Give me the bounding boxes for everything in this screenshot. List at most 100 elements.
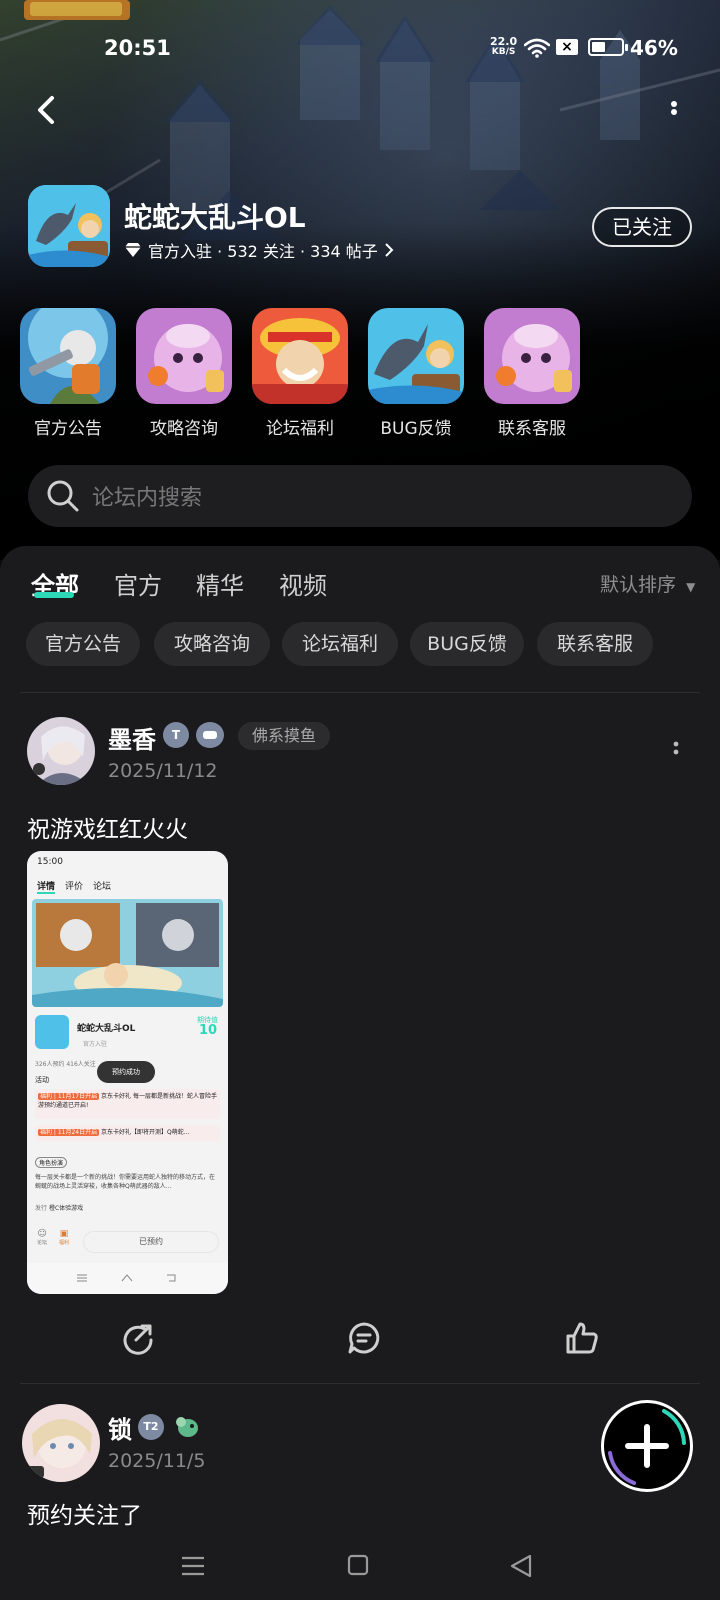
shot-tab-forum: 论坛 bbox=[93, 882, 112, 892]
tab-official[interactable]: 官方 bbox=[114, 566, 162, 601]
search-icon bbox=[47, 480, 79, 512]
shot-reserved-button: 已预约 bbox=[83, 1231, 219, 1253]
divider bbox=[20, 692, 700, 693]
level-badge-icon: T2 bbox=[138, 1414, 164, 1440]
game-controller-badge-icon bbox=[196, 722, 224, 748]
quick-link-announcement[interactable]: 官方公告 bbox=[20, 308, 116, 439]
level-badge-icon: T bbox=[163, 722, 189, 748]
post-author[interactable]: 墨香 bbox=[108, 720, 156, 755]
shot-official: 官方入驻 bbox=[83, 1041, 108, 1048]
shot-gift-label: 福利 bbox=[59, 1240, 70, 1246]
shot-comment-label: 论坛 bbox=[37, 1240, 48, 1246]
post-body[interactable]: 预约关注了 bbox=[27, 1496, 142, 1530]
pet-badge-icon bbox=[172, 1412, 200, 1440]
quick-link-label: 联系客服 bbox=[498, 419, 566, 439]
shot-tabs: 详情 评价 论坛 bbox=[37, 879, 111, 894]
guide-icon bbox=[136, 308, 232, 404]
shot-toast: 预约成功 bbox=[97, 1061, 155, 1083]
network-speed-value: 22.0 bbox=[490, 35, 518, 48]
shot-tab-reviews: 评价 bbox=[65, 882, 84, 892]
network-speed-unit: KB/S bbox=[491, 47, 516, 57]
tab-active-indicator bbox=[34, 592, 74, 598]
quick-link-label: BUG反馈 bbox=[380, 419, 452, 439]
share-icon bbox=[123, 1324, 153, 1355]
shot-forum-shortcut: ☺ 论坛 bbox=[37, 1229, 47, 1246]
avatar[interactable] bbox=[27, 717, 95, 785]
shot-event-2: 福利 | 11月24日开启 京东卡好礼【即将开测】Q萌蛇… bbox=[35, 1125, 220, 1141]
chip-guide[interactable]: 攻略咨询 bbox=[154, 622, 270, 666]
home-nav-icon[interactable] bbox=[347, 1554, 369, 1576]
wifi-icon bbox=[523, 38, 551, 62]
shot-publisher: 发行 橙C体验游戏 bbox=[35, 1203, 83, 1212]
quick-link-label: 官方公告 bbox=[34, 419, 102, 439]
tab-video[interactable]: 视频 bbox=[279, 566, 327, 601]
post-author[interactable]: 锁 bbox=[108, 1410, 132, 1445]
quick-link-guide[interactable]: 攻略咨询 bbox=[136, 308, 232, 439]
shot-event-2-tag: 福利 | 11月24日开启 bbox=[38, 1129, 100, 1136]
shot-tab-detail: 详情 bbox=[37, 879, 56, 894]
chevron-right-icon bbox=[385, 243, 394, 257]
chip-support[interactable]: 联系客服 bbox=[537, 622, 653, 666]
quick-link-support[interactable]: 联系客服 bbox=[484, 308, 580, 439]
battery-icon bbox=[588, 38, 628, 56]
quick-link-welfare[interactable]: 论坛福利 bbox=[252, 308, 348, 439]
post-more-button[interactable] bbox=[670, 740, 682, 760]
tab-featured[interactable]: 精华 bbox=[196, 566, 244, 601]
plus-icon bbox=[608, 1409, 686, 1485]
sort-label: 默认排序 bbox=[600, 574, 677, 596]
back-button[interactable] bbox=[30, 92, 64, 128]
share-button[interactable] bbox=[120, 1320, 156, 1356]
bug-report-icon bbox=[368, 308, 464, 404]
divider bbox=[20, 1383, 700, 1384]
quick-link-label: 攻略咨询 bbox=[150, 419, 218, 439]
shot-score: 10 bbox=[199, 1023, 218, 1038]
shot-navbar bbox=[27, 1263, 228, 1294]
more-button[interactable] bbox=[664, 98, 684, 126]
shot-banner bbox=[32, 899, 223, 1007]
back-nav-icon[interactable] bbox=[510, 1554, 532, 1578]
more-vertical-icon bbox=[671, 101, 677, 115]
battery-percent: 46% bbox=[630, 36, 678, 60]
welfare-icon bbox=[252, 308, 348, 404]
like-button[interactable] bbox=[564, 1320, 600, 1356]
forum-title: 蛇蛇大乱斗OL bbox=[124, 201, 306, 234]
diamond-icon bbox=[125, 243, 141, 257]
shot-game-name: 蛇蛇大乱斗OL bbox=[77, 1024, 136, 1034]
comment-icon bbox=[348, 1322, 380, 1354]
network-speed: 22.0 KB/S bbox=[490, 36, 517, 58]
menu-nav-icon[interactable] bbox=[182, 1556, 204, 1576]
shot-comment-icon: ☺ bbox=[37, 1229, 47, 1239]
shot-event-1: 福利 | 11月17日开启 京东卡好礼 每一层都是新挑战！蛇人冒险手游预约通道已… bbox=[35, 1089, 220, 1119]
support-icon bbox=[484, 308, 580, 404]
caret-down-icon: ▼ bbox=[686, 580, 696, 594]
chip-welfare[interactable]: 论坛福利 bbox=[282, 622, 398, 666]
game-icon bbox=[28, 185, 110, 267]
more-vertical-icon bbox=[673, 741, 679, 755]
create-post-button[interactable] bbox=[601, 1400, 693, 1492]
thumbs-up-icon bbox=[566, 1322, 598, 1354]
chip-announcement[interactable]: 官方公告 bbox=[26, 622, 140, 666]
shot-desc: 每一层关卡都是一个新的挑战！你需要运用蛇人独特的移动方式，在蜿蜒的战场上灵活穿梭… bbox=[35, 1174, 216, 1190]
post-image[interactable]: 15:00 详情 评价 论坛 蛇蛇大乱斗OL 官方入驻 期待值 10 326人预… bbox=[27, 851, 228, 1294]
follow-button[interactable]: 已关注 bbox=[592, 207, 692, 247]
sort-dropdown[interactable]: 默认排序 ▼ bbox=[600, 570, 695, 597]
shot-activity-label: 活动 bbox=[35, 1076, 49, 1084]
shot-gift-shortcut: ▣ 福利 bbox=[59, 1229, 69, 1246]
post-body[interactable]: 祝游戏红红火火 bbox=[27, 810, 188, 844]
post-date: 2025/11/5 bbox=[108, 1450, 206, 1472]
forum-search-bar[interactable]: 论坛内搜索 bbox=[28, 465, 692, 527]
quick-link-bug-report[interactable]: BUG反馈 bbox=[368, 308, 464, 439]
comment-button[interactable] bbox=[346, 1320, 382, 1356]
avatar[interactable] bbox=[22, 1404, 100, 1482]
shot-game-icon bbox=[35, 1015, 69, 1049]
shot-section-tag: 角色扮演 bbox=[35, 1157, 68, 1168]
search-placeholder: 论坛内搜索 bbox=[92, 486, 203, 511]
shot-time: 15:00 bbox=[37, 857, 63, 867]
chevron-left-icon bbox=[38, 96, 54, 124]
shot-event-2-text: 京东卡好礼【即将开测】Q萌蛇… bbox=[101, 1129, 190, 1136]
forum-meta[interactable]: 官方入驻 · 532 关注 · 334 帖子 bbox=[124, 238, 394, 262]
shot-gift-icon: ▣ bbox=[59, 1229, 69, 1239]
system-nav-bar bbox=[0, 1540, 720, 1600]
status-time: 20:51 bbox=[104, 36, 171, 60]
chip-bug-report[interactable]: BUG反馈 bbox=[410, 622, 524, 666]
